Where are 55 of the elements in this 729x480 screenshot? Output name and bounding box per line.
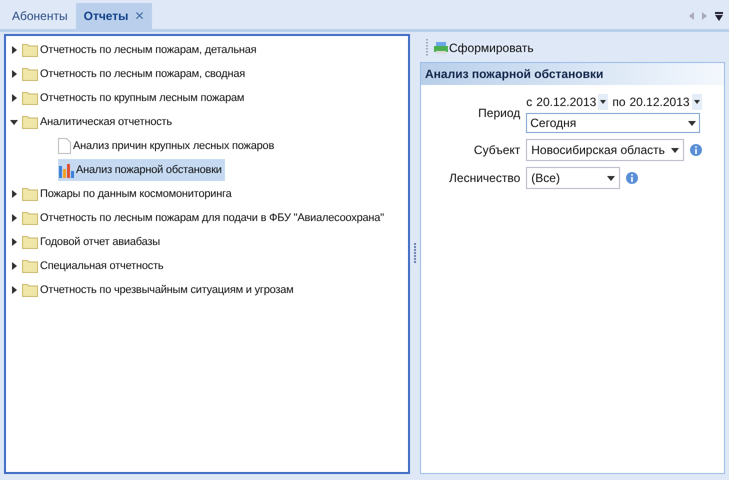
folder-icon [22,235,38,249]
folder-icon [22,43,38,57]
tree-item[interactable]: Анализ пожарной обстановки [58,159,225,181]
expand-arrow-icon[interactable] [10,238,18,246]
expand-arrow-icon[interactable] [10,46,18,54]
subject-dropdown[interactable]: Новосибирская область [526,139,684,161]
document-icon [58,138,71,154]
info-icon[interactable] [690,144,702,156]
subject-label: Субъект [472,142,520,159]
tree-item[interactable]: Отчетность по лесным пожарам, детальная [22,39,260,61]
collapse-arrow-icon[interactable] [10,118,18,126]
tree-item[interactable]: Отчетность по крупным лесным пожарам [22,87,248,109]
tree-item[interactable]: Отчетность по чрезвычайным ситуациям и угрозам [22,279,297,301]
bar-chart-icon [58,162,74,178]
panel-header: Анализ пожарной обстановки [421,63,724,85]
folder-icon [22,211,38,225]
from-date-field[interactable]: 20.12.2013 [536,93,608,111]
printer-icon [434,42,448,54]
tab[interactable]: Отчеты ✕ [76,3,152,29]
tab[interactable]: Абоненты [4,3,76,29]
tree-item[interactable]: Специальная отчетность [22,255,166,277]
folder-icon [22,115,38,129]
folder-icon [22,187,38,201]
dropdown-arrow-icon[interactable] [694,100,700,104]
generate-button[interactable]: Сформировать [434,39,534,57]
folder-icon [22,91,38,105]
expand-arrow-icon[interactable] [10,190,18,198]
splitter-handle-icon[interactable] [414,243,416,263]
expand-arrow-icon[interactable] [10,262,18,270]
folder-icon [22,283,38,297]
from-label: с [526,94,532,111]
folder-icon [22,259,38,273]
expand-arrow-icon[interactable] [10,286,18,294]
dropdown-arrow-icon[interactable] [688,120,696,126]
tab-menu-icon[interactable] [715,12,723,20]
tree-item[interactable]: Аналитическая отчетность [22,111,175,133]
tree-item[interactable]: Годовой отчет авиабазы [22,231,163,253]
forestry-dropdown[interactable]: (Все) [526,167,620,189]
folder-icon [22,67,38,81]
dropdown-arrow-icon[interactable] [670,148,679,152]
tree-item[interactable]: Анализ причин крупных лесных пожаров [58,135,278,157]
period-label: Период [477,105,520,122]
tree-item[interactable]: Отчетность по лесным пожарам для подачи в ФБУ "Авиалесоохрана" [22,207,387,229]
to-date-field[interactable]: 20.12.2013 [630,93,702,111]
dropdown-arrow-icon[interactable] [600,100,606,104]
tree-item[interactable]: Пожары по данным космомониторинга [22,183,235,205]
info-icon[interactable] [626,172,638,184]
forestry-label: Лесничество [448,170,520,187]
expand-arrow-icon[interactable] [10,70,18,78]
expand-arrow-icon[interactable] [10,214,18,222]
expand-arrow-icon[interactable] [10,94,18,102]
period-dropdown[interactable]: Сегодня [526,113,700,133]
tree-item[interactable]: Отчетность по лесным пожарам, сводная [22,63,248,85]
to-label: по [612,94,626,111]
dropdown-arrow-icon[interactable] [607,176,616,180]
